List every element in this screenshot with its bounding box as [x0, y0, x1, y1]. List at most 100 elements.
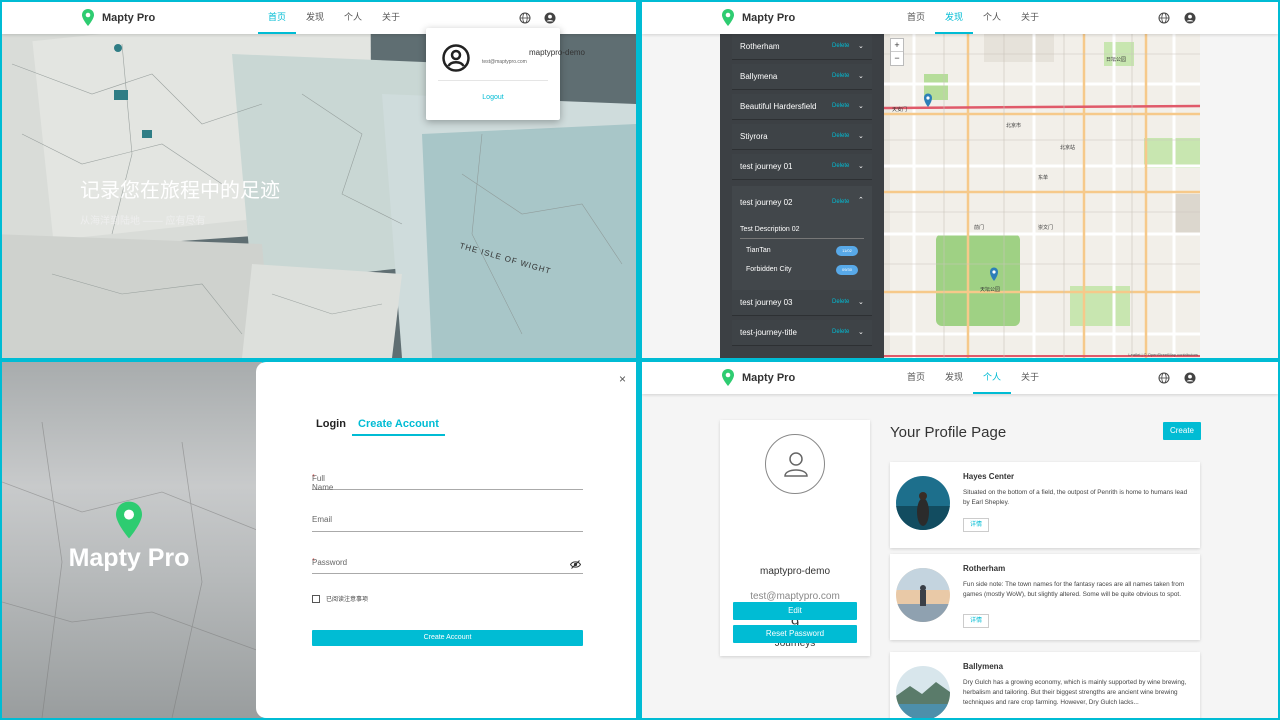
- nav-discover[interactable]: 发现: [935, 362, 973, 394]
- zoom-control: + −: [890, 38, 904, 66]
- journey-text: Fun side note: The town names for the fa…: [963, 581, 1185, 598]
- password-field[interactable]: Password *: [312, 556, 583, 574]
- delete-link[interactable]: Delete: [832, 299, 849, 305]
- account-icon[interactable]: [1184, 12, 1196, 24]
- popup-username: maptypro-demo: [528, 48, 586, 57]
- delete-link[interactable]: Delete: [832, 43, 849, 49]
- brand-logo[interactable]: Mapty Pro: [82, 9, 155, 26]
- chevron-down-icon[interactable]: ⌄: [858, 102, 864, 110]
- point-date-chip[interactable]: 11/02: [836, 246, 858, 256]
- nav-home[interactable]: 首页: [258, 2, 296, 34]
- delete-link[interactable]: Delete: [832, 133, 849, 139]
- journey-item-expanded[interactable]: test journey 02 Delete ⌃ Test Descriptio…: [732, 186, 872, 294]
- journey-thumbnail: [896, 476, 950, 530]
- checkbox-label: 已阅读注意事项: [326, 597, 369, 603]
- journey-text: Situated on the bottom of a field, the o…: [963, 489, 1188, 506]
- point-date-chip[interactable]: 09/30: [836, 265, 858, 275]
- journey-sidebar: Rotherham Delete ⌄ Ballymena Delete ⌄ Beauti…: [720, 34, 884, 358]
- details-button[interactable]: 详情: [963, 614, 989, 628]
- journey-map[interactable]: 天安门 北京市 天坛公园 日坛公园 北京站 东单 崇文门 前门 + − Leaf…: [884, 34, 1200, 358]
- delete-link[interactable]: Delete: [832, 103, 849, 109]
- journey-item[interactable]: Rotherham Delete ⌄: [732, 34, 872, 60]
- blurred-map-background: [2, 362, 262, 718]
- nav-discover[interactable]: 发现: [935, 2, 973, 34]
- email-field[interactable]: Email: [312, 514, 583, 532]
- journey-title: Rotherham: [963, 564, 1006, 573]
- logout-button[interactable]: Logout: [426, 94, 560, 101]
- nav-home[interactable]: 首页: [897, 2, 935, 34]
- chevron-down-icon[interactable]: ⌄: [858, 42, 864, 50]
- globe-icon[interactable]: [519, 12, 531, 24]
- journey-item[interactable]: test journey 03 Delete ⌄: [732, 290, 872, 316]
- nav-home[interactable]: 首页: [897, 362, 935, 394]
- nav-profile[interactable]: 个人: [334, 2, 372, 34]
- delete-link[interactable]: Delete: [832, 329, 849, 335]
- edit-button[interactable]: Edit: [733, 602, 857, 620]
- journey-item[interactable]: Beautiful Hardersfield Delete ⌄: [732, 94, 872, 120]
- chevron-down-icon[interactable]: ⌄: [858, 328, 864, 336]
- journey-card: Ballymena Dry Gulch has a growing econom…: [890, 652, 1200, 718]
- point-name[interactable]: Forbidden City: [746, 266, 792, 273]
- profile-username: maptypro-demo: [759, 566, 831, 577]
- map-pin-icon: [722, 9, 734, 26]
- brand-name: Mapty Pro: [742, 371, 796, 384]
- globe-icon[interactable]: [1158, 372, 1170, 384]
- home-panel: THE ISLE OF WIGHT 记录您在旅程中的足迹 从海洋到陆地 —— 应…: [2, 2, 636, 358]
- zoom-out-button[interactable]: −: [891, 52, 903, 65]
- nav-profile[interactable]: 个人: [973, 2, 1011, 34]
- nav-about[interactable]: 关于: [1011, 2, 1049, 34]
- map-label: 东单: [1038, 175, 1049, 181]
- close-icon[interactable]: ×: [619, 372, 626, 386]
- journey-item[interactable]: Ballymena Delete ⌄: [732, 64, 872, 90]
- eye-off-icon[interactable]: [570, 560, 581, 569]
- hero-subtitle: 从海洋到陆地 —— 应有尽有: [80, 216, 206, 227]
- create-account-button[interactable]: Create Account: [312, 630, 583, 646]
- account-icon[interactable]: [544, 12, 556, 24]
- reset-password-button[interactable]: Reset Password: [733, 625, 857, 643]
- journey-item[interactable]: test-journey-title Delete ⌄: [732, 320, 872, 346]
- delete-link[interactable]: Delete: [832, 73, 849, 79]
- create-button[interactable]: Create: [1163, 422, 1201, 440]
- nav-discover[interactable]: 发现: [296, 2, 334, 34]
- account-icon[interactable]: [1184, 372, 1196, 384]
- globe-icon[interactable]: [1158, 12, 1170, 24]
- zoom-in-button[interactable]: +: [891, 39, 903, 52]
- point-name[interactable]: TianTan: [746, 247, 771, 254]
- chevron-down-icon[interactable]: ⌄: [858, 132, 864, 140]
- map-attribution[interactable]: Leaflet | © OpenStreetMap contributors: [1128, 352, 1198, 357]
- chevron-down-icon[interactable]: ⌄: [858, 298, 864, 306]
- auth-panel: Mapty Pro × Login Create Account Full Na…: [2, 362, 636, 718]
- journey-item[interactable]: Stiyrora Delete ⌄: [732, 124, 872, 150]
- user-popup: maptypro-demo test@maptypro.com Logout: [426, 28, 585, 120]
- map-label: 天坛公园: [980, 287, 1001, 293]
- delete-link[interactable]: Delete: [832, 199, 849, 205]
- chevron-up-icon[interactable]: ⌃: [858, 196, 864, 204]
- header: Mapty Pro 首页 发现 个人 关于: [642, 362, 1278, 394]
- terms-checkbox[interactable]: 已阅读注意事项: [312, 594, 368, 603]
- delete-link[interactable]: Delete: [832, 163, 849, 169]
- chevron-down-icon[interactable]: ⌄: [858, 162, 864, 170]
- nav-about[interactable]: 关于: [1011, 362, 1049, 394]
- nav-about[interactable]: 关于: [372, 2, 410, 34]
- journey-thumbnail: [896, 568, 950, 622]
- page-title: Your Profile Page: [890, 424, 1007, 441]
- nav-profile[interactable]: 个人: [973, 362, 1011, 394]
- fullname-field[interactable]: Full Name *: [312, 472, 583, 492]
- user-icon: [784, 452, 808, 477]
- main-nav: 首页 发现 个人 关于: [897, 362, 1049, 394]
- brand-name: Mapty Pro: [68, 544, 190, 572]
- profile-email: test@maptypro.com: [750, 591, 840, 602]
- tab-create-account[interactable]: Create Account: [352, 416, 445, 436]
- details-button[interactable]: 详情: [963, 518, 989, 532]
- checkbox-box[interactable]: [312, 594, 320, 603]
- divider: [740, 238, 864, 239]
- chevron-down-icon[interactable]: ⌄: [858, 72, 864, 80]
- journey-item[interactable]: test journey 01 Delete ⌄: [732, 154, 872, 180]
- tab-login[interactable]: Login: [316, 418, 346, 430]
- profile-card: maptypro-demo test@maptypro.com 9 Journe…: [720, 420, 870, 656]
- journey-title: Ballymena: [963, 662, 1004, 671]
- brand-logo[interactable]: Mapty Pro: [722, 369, 795, 386]
- brand-logo[interactable]: Mapty Pro: [722, 9, 795, 26]
- brand-name: Mapty Pro: [742, 11, 796, 24]
- journey-card: Rotherham Fun side note: The town names …: [890, 554, 1200, 640]
